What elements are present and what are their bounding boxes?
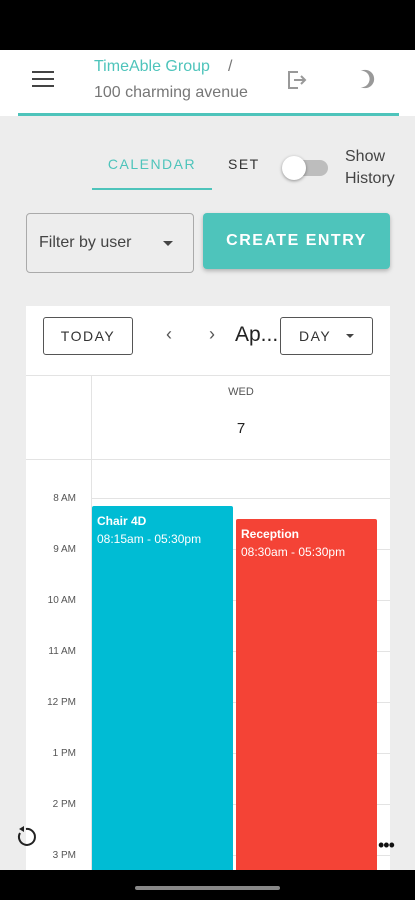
view-select[interactable]: DAY [280,317,373,355]
time-label: 9 AM [53,544,76,555]
event-title: Chair 4D [97,514,147,528]
chevron-left-icon[interactable]: ‹ [166,324,172,345]
breadcrumb-location: 100 charming avenue [94,84,248,101]
status-bar [0,0,415,50]
chevron-right-icon[interactable]: › [209,324,215,345]
show-history-label: Show History [345,148,395,187]
month-label: Ap... [235,323,279,346]
today-button[interactable]: TODAY [43,317,133,355]
day-header: WED 7 [26,375,390,460]
menu-icon[interactable] [32,71,54,89]
moon-icon[interactable] [354,68,376,90]
event-reception[interactable]: Reception 08:30am - 05:30pm [236,519,377,870]
tab-calendar[interactable]: CALENDAR [92,156,212,172]
more-horizontal-icon[interactable]: ••• [378,835,395,856]
day-number[interactable]: 7 [92,420,390,437]
tab-active-indicator [92,188,212,190]
header-underline [18,113,399,116]
create-entry-button[interactable]: CREATE ENTRY [203,213,390,269]
event-title: Reception [241,527,300,541]
hour-line [92,498,390,499]
filter-label: Filter by user [39,234,132,251]
time-label: 8 AM [53,493,76,504]
home-indicator[interactable] [135,886,280,890]
event-chair-4d[interactable]: Chair 4D 08:15am - 05:30pm [92,506,233,870]
breadcrumb-separator: / [228,58,233,75]
tab-set[interactable]: SET [228,156,260,172]
app-header: TimeAble Group / 100 charming avenue [0,50,415,116]
chevron-down-icon [163,241,173,246]
caret-down-icon [346,334,354,338]
system-nav-bar [0,870,415,900]
time-label: 3 PM [52,850,76,861]
time-grid[interactable]: 8 AM 9 AM 10 AM 11 AM 12 PM 1 PM 2 PM 3 … [26,460,390,870]
time-label: 2 PM [52,799,76,810]
refresh-icon[interactable] [14,825,38,849]
filter-by-user-select[interactable]: Filter by user [26,213,194,273]
logout-icon[interactable] [284,68,308,92]
calendar-panel: TODAY ‹ › Ap... DAY WED 7 8 AM 9 AM 10 A… [26,306,390,870]
time-label: 10 AM [47,595,76,606]
time-label: 12 PM [47,697,76,708]
show-history-toggle[interactable] [282,154,330,180]
event-time: 08:15am - 05:30pm [97,532,202,546]
view-label: DAY [299,328,332,344]
toggle-knob [282,156,306,180]
day-name: WED [228,386,254,398]
time-label: 1 PM [52,748,76,759]
app-screen: TimeAble Group / 100 charming avenue CAL… [0,50,415,870]
time-label: 11 AM [48,646,76,657]
event-time: 08:30am - 05:30pm [241,545,346,559]
breadcrumb-group[interactable]: TimeAble Group [94,58,210,76]
